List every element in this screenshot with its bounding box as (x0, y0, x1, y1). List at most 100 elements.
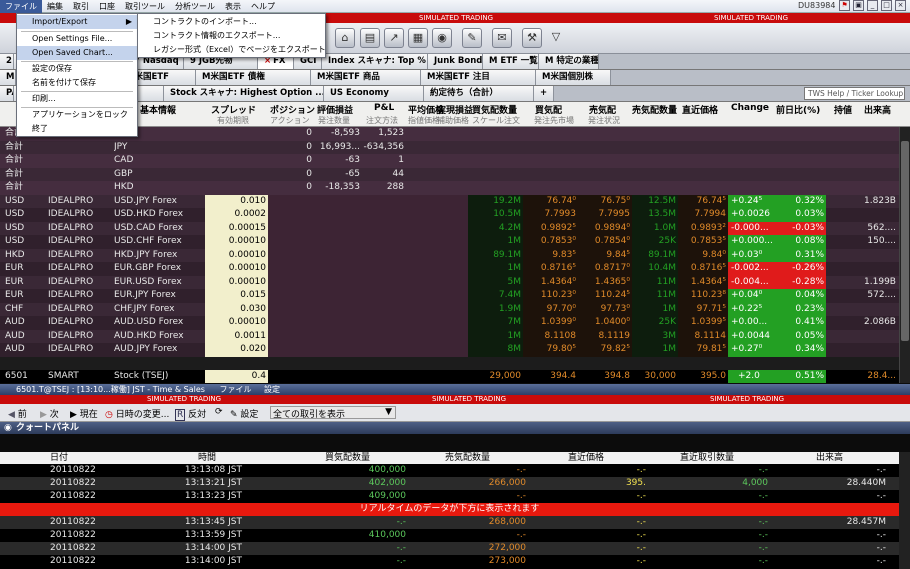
summary-row[interactable]: 合計 JPY 0 16,993... -634,356 (0, 140, 899, 154)
col-last[interactable]: 直近価格 (682, 103, 718, 116)
page-tab[interactable]: M 特定の業種 (539, 54, 599, 69)
expand-icon[interactable]: ◉ (4, 422, 12, 434)
menu-analysis-tools[interactable]: 分析ツール (170, 0, 220, 13)
maximize-icon[interactable]: □ (881, 0, 892, 11)
ts-col-last-size[interactable]: 直近取引数量 (680, 452, 734, 464)
scroll-thumb[interactable] (901, 141, 909, 341)
ts-row[interactable]: 20110822 13:14:00 JST -.- 273,000 -.- -.- -.- (0, 555, 899, 568)
col-change[interactable]: Change (731, 103, 769, 113)
menu-item-export-excel[interactable]: レガシー形式（Excel）でページをエクスポート (138, 43, 326, 57)
menu-item-save-settings[interactable]: 設定の保存 (17, 62, 72, 76)
ts-menu-settings[interactable]: 設定 (264, 385, 280, 394)
trade-filter-select[interactable]: 全ての取引を表示 ▼ (270, 406, 396, 420)
settings-button[interactable]: ✎ 設定 (230, 407, 258, 420)
quote-panel-bar[interactable]: ◉ クォートパネル (0, 422, 910, 434)
ts-row[interactable]: 20110822 13:13:45 JST -.- 268,000 -.- -.- 28.4… (0, 516, 899, 529)
page-tab[interactable]: 約定待ち（合計） (424, 86, 534, 101)
lock-icon[interactable]: ▣ (853, 0, 864, 11)
menu-item-open-chart[interactable]: Open Saved Chart... (17, 46, 137, 60)
page-tab[interactable]: 2 (0, 54, 14, 69)
ticker-row[interactable]: AUD IDEALPRO AUD.HKD Forex 0.0011 1M 8.1108 8.… (0, 329, 899, 343)
col-change-pct[interactable]: 前日比(%) (776, 103, 820, 116)
menu-item-lock-app[interactable]: アプリケーションをロック (17, 108, 128, 122)
ticker-row[interactable]: USD IDEALPRO USD.CAD Forex 0.00015 4.2M 0.989… (0, 221, 899, 235)
ticket-icon[interactable]: ⌂ (335, 28, 355, 48)
ts-col-bid-size[interactable]: 買気配数量 (325, 452, 370, 464)
page-tab[interactable]: Stock スキャナ: Highest Option ... (164, 86, 324, 101)
menu-item-export-contracts[interactable]: コントラクト情報のエクスポート... (138, 29, 280, 43)
globe-icon[interactable]: ◉ (432, 28, 452, 48)
ts-row[interactable]: 20110822 13:13:59 JST 410,000 -.- -.- -.- -.- (0, 529, 899, 542)
ticker-row[interactable]: HKD IDEALPRO HKD.JPY Forex 0.00010 89.1M 9.83… (0, 248, 899, 262)
col-basic-info[interactable]: 基本情報 (140, 103, 176, 116)
ticker-row[interactable]: AUD IDEALPRO AUD.USD Forex 0.00010 7M 1.0399⁰… (0, 316, 899, 330)
page-tab[interactable]: M米国ETF 債権 (196, 70, 311, 85)
menu-view[interactable]: 表示 (220, 0, 246, 13)
next-button[interactable]: ▶ 次 (40, 407, 59, 420)
ts-col-ask-size[interactable]: 売気配数量 (445, 452, 490, 464)
minimize-icon[interactable]: _ (867, 0, 878, 11)
page-tab[interactable]: Index スキャナ: Top % Losers (322, 54, 428, 69)
ticker-row[interactable]: AUD IDEALPRO AUD.JPY Forex 0.020 8M 79.80⁵ 79.… (0, 343, 899, 357)
menu-item-import-contracts[interactable]: コントラクトのインポート... (138, 15, 257, 29)
ticker-row[interactable]: USD IDEALPRO USD.CHF Forex 0.00010 1M 0.7853⁰… (0, 235, 899, 249)
menu-item-exit[interactable]: 終了 (17, 122, 48, 136)
chat-icon[interactable]: ✉ (492, 28, 512, 48)
change-datetime-button[interactable]: ◷ 日時の変更... (105, 407, 169, 420)
col-holding[interactable]: 持値 (834, 103, 852, 116)
menu-item-import-export[interactable]: Import/Export ▶ (17, 15, 137, 29)
ts-col-last[interactable]: 直近価格 (568, 452, 604, 464)
summary-row[interactable]: 合計 CAD 0 -63 1 (0, 154, 899, 168)
page-tab[interactable]: M米国ETF 商品 (311, 70, 421, 85)
flag-icon[interactable]: ⚑ (839, 0, 850, 11)
page-tab[interactable]: PA (0, 86, 14, 101)
save-icon[interactable]: ▤ (360, 28, 380, 48)
ticker-row[interactable]: EUR IDEALPRO EUR.USD Forex 0.00010 5M 1.4364⁰… (0, 275, 899, 289)
ts-col-date[interactable]: 日付 (50, 452, 68, 464)
page-tab[interactable]: M ETF 一覧 (483, 54, 539, 69)
current-button[interactable]: ▶ 現在 (70, 407, 98, 420)
page-tab[interactable]: US Economy (324, 86, 424, 101)
ts-menu-file[interactable]: ファイル (219, 385, 251, 394)
notes-icon[interactable]: ✎ (462, 28, 482, 48)
ts-scrollbar[interactable] (899, 452, 910, 569)
menu-file[interactable]: ファイル (0, 0, 42, 13)
filter-icon[interactable]: ▽ (546, 28, 566, 48)
col-pnl[interactable]: P&L (374, 103, 394, 113)
col-volume[interactable]: 出来高 (864, 103, 891, 116)
ticker-lookup-input[interactable]: TWS Help / Ticker Lookup (804, 87, 905, 100)
scanner-icon[interactable]: ▦ (408, 28, 428, 48)
page-tab[interactable]: M米国ETF 注目 (421, 70, 536, 85)
menu-help[interactable]: ヘルプ (246, 0, 280, 13)
ticker-row[interactable]: EUR IDEALPRO EUR.GBP Forex 0.00010 1M 0.8716⁵… (0, 262, 899, 276)
refresh-icon[interactable]: ⟳ (215, 407, 223, 417)
page-tab[interactable]: + (534, 86, 554, 101)
tools-icon[interactable]: ⚒ (522, 28, 542, 48)
ts-row[interactable]: 20110822 13:13:23 JST 409,000 -.- -.- -.- -.- (0, 490, 899, 503)
ts-row[interactable]: 20110822 13:13:08 JST 400,000 -.- -.- -.- -.- (0, 464, 899, 477)
prev-button[interactable]: ◀ 前 (8, 407, 27, 420)
menu-edit[interactable]: 編集 (42, 0, 68, 13)
close-icon[interactable]: × (895, 0, 906, 11)
menu-item-print[interactable]: 印刷... (17, 92, 56, 106)
menu-item-open-settings[interactable]: Open Settings File... (17, 32, 112, 46)
reverse-button[interactable]: R 反対 (175, 407, 206, 421)
ticker-row[interactable]: 6501 SMART Stock (TSEJ) 0.4 29,000 394.4 394.8… (0, 370, 899, 383)
col-ask-size[interactable]: 売気配数量 (632, 103, 677, 116)
ts-col-time[interactable]: 時間 (198, 452, 216, 464)
menu-account[interactable]: 口座 (94, 0, 120, 13)
menu-item-save-as[interactable]: 名前を付けて保存 (17, 76, 96, 90)
ticker-row[interactable]: USD IDEALPRO USD.JPY Forex 0.010 19.2M 76.74⁰… (0, 194, 899, 208)
ticker-row[interactable]: CHF IDEALPRO CHF.JPY Forex 0.030 1.9M 97.70⁰ 9… (0, 302, 899, 316)
ticker-row[interactable]: USD IDEALPRO USD.HKD Forex 0.0002 10.5M 7.799… (0, 208, 899, 222)
ts-col-volume[interactable]: 出来高 (816, 452, 843, 464)
summary-row[interactable]: 合計 HKD 0 -18,353 288 (0, 181, 899, 195)
menu-trade[interactable]: 取引 (68, 0, 94, 13)
ticker-row[interactable]: EUR IDEALPRO EUR.JPY Forex 0.015 7.4M 110.23⁰… (0, 289, 899, 303)
page-tab[interactable]: M米国個別株 (536, 70, 611, 85)
ts-row[interactable]: 20110822 13:13:21 JST 402,000 266,000 395. 4,… (0, 477, 899, 490)
page-tab[interactable]: Junk Bond (428, 54, 483, 69)
chart-icon[interactable]: ↗ (384, 28, 404, 48)
ts-row[interactable]: 20110822 13:14:00 JST -.- 272,000 -.- -.- -.- (0, 542, 899, 555)
summary-row[interactable]: 合計 GBP 0 -65 44 (0, 167, 899, 181)
